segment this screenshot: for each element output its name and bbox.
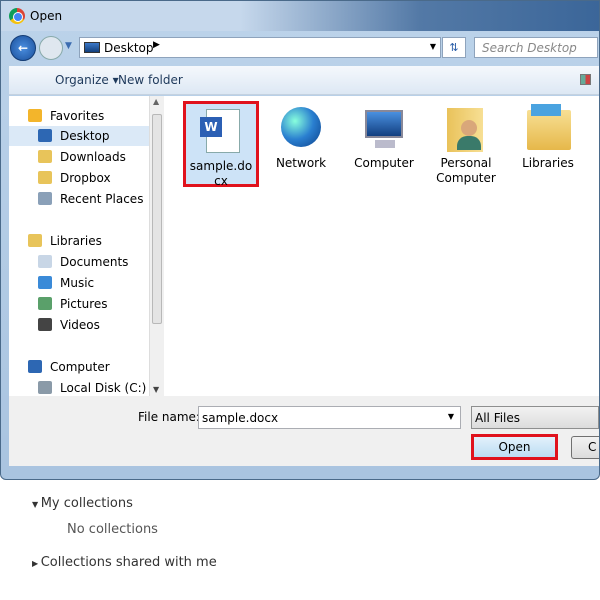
file-list: Wsample.docx Network Computer Personal Comp… [164,96,599,396]
sidebar-item-label: Videos [60,318,100,332]
file-item-sample-docx[interactable]: Wsample.docx [183,101,259,188]
refresh-button[interactable]: ⇅ [442,37,466,58]
file-item-libraries[interactable]: Libraries [510,101,586,171]
file-label: Computer [354,156,414,170]
caret-down-icon: ▼ [32,500,41,509]
sidebar-item-label: Pictures [60,297,108,311]
word-document-icon: W [198,107,244,157]
file-item-personal-computer[interactable]: Personal Computer [428,101,504,186]
music-icon [38,276,52,289]
file-label: Libraries [522,156,574,170]
breadcrumb-arrow-icon[interactable]: ▶ [153,40,160,50]
file-name-value: sample.docx [202,411,279,425]
videos-icon [38,318,52,331]
computer-icon [361,104,407,154]
user-folder-icon [443,104,489,154]
file-item-computer[interactable]: Computer [346,101,422,171]
file-label: Network [275,156,327,170]
chevron-down-icon[interactable]: ▼ [448,412,454,421]
libraries-icon [525,104,571,154]
file-label: sample.docx [189,159,253,188]
file-name-input[interactable]: sample.docx ▼ [198,406,461,429]
libraries-icon [28,234,42,247]
sidebar-item-videos[interactable]: Videos [9,315,149,335]
sidebar-item-favorites[interactable]: Favorites [9,106,149,126]
sidebar-item-recent-places[interactable]: Recent Places [9,189,149,209]
recent-pages-dropdown[interactable]: ▼ [65,41,72,51]
dialog-title: Open [30,9,63,23]
chrome-icon [9,8,25,24]
file-label: Personal Computer [436,156,496,185]
sidebar-item-label: Computer [50,360,110,374]
recent-places-icon [38,192,52,205]
my-collections[interactable]: ▼ My collections [32,496,133,511]
sidebar-item-label: Documents [60,255,129,269]
desktop-icon [38,129,52,142]
address-desktop[interactable]: Desktop [104,41,154,55]
file-type-select[interactable]: All Files [471,406,599,429]
forward-button[interactable] [39,36,63,60]
documents-icon [38,255,52,268]
file-name-label: File name: [138,410,200,424]
back-button[interactable]: ← [10,35,36,61]
sidebar-item-libraries[interactable]: Libraries [9,231,149,251]
network-icon [278,104,324,154]
sidebar-item-local-disk-c[interactable]: Local Disk (C:) [9,378,149,396]
sidebar-item-music[interactable]: Music [9,273,149,293]
sidebar-item-downloads[interactable]: Downloads [9,147,149,167]
cancel-button[interactable]: C [571,436,599,459]
sidebar-item-desktop[interactable]: Desktop [9,126,149,146]
collections-panel: ▼ My collections No collections ▶ Collec… [0,482,600,592]
star-icon [28,109,42,122]
sidebar-item-label: Local Disk (C:) [60,381,147,395]
sidebar-item-dropbox[interactable]: Dropbox [9,168,149,188]
file-item-network[interactable]: Network [263,101,339,171]
sidebar-item-label: Libraries [50,234,102,248]
address-bar[interactable]: Desktop ▶ ▼ [79,37,441,58]
navigation-scrollbar[interactable]: ▲ ▼ [149,96,164,396]
sidebar-item-label: Recent Places [60,192,144,206]
new-folder-button[interactable]: New folder [118,73,183,87]
dropbox-folder-icon [38,171,52,184]
desktop-icon [84,42,100,53]
sidebar-item-computer[interactable]: Computer [9,357,149,377]
sidebar-item-label: Downloads [60,150,126,164]
search-input[interactable]: Search Desktop [474,37,598,58]
caret-right-icon: ▶ [32,559,41,568]
address-dropdown-icon[interactable]: ▼ [430,42,436,51]
sidebar-item-label: Desktop [60,129,110,143]
no-collections-text: No collections [67,522,158,537]
local-disk-icon [38,381,52,394]
sidebar-item-pictures[interactable]: Pictures [9,294,149,314]
sidebar-item-label: Dropbox [60,171,111,185]
title-bar: Open [1,1,599,31]
computer-icon [28,360,42,373]
navigation-pane: Favorites Desktop Downloads Dropbox Recent P… [9,96,149,396]
toolbar: Organize ▾ New folder [9,66,599,95]
sidebar-item-label: Favorites [50,109,105,123]
open-dialog: Open ← ▼ Desktop ▶ ▼ ⇅ Search Desktop Or… [0,0,600,480]
downloads-folder-icon [38,150,52,163]
change-view-icon[interactable] [580,74,591,85]
organize-button[interactable]: Organize ▾ [55,73,119,87]
pictures-icon [38,297,52,310]
open-button[interactable]: Open [471,434,558,460]
sidebar-item-documents[interactable]: Documents [9,252,149,272]
sidebar-item-label: Music [60,276,95,290]
shared-collections[interactable]: ▶ Collections shared with me [32,555,217,570]
